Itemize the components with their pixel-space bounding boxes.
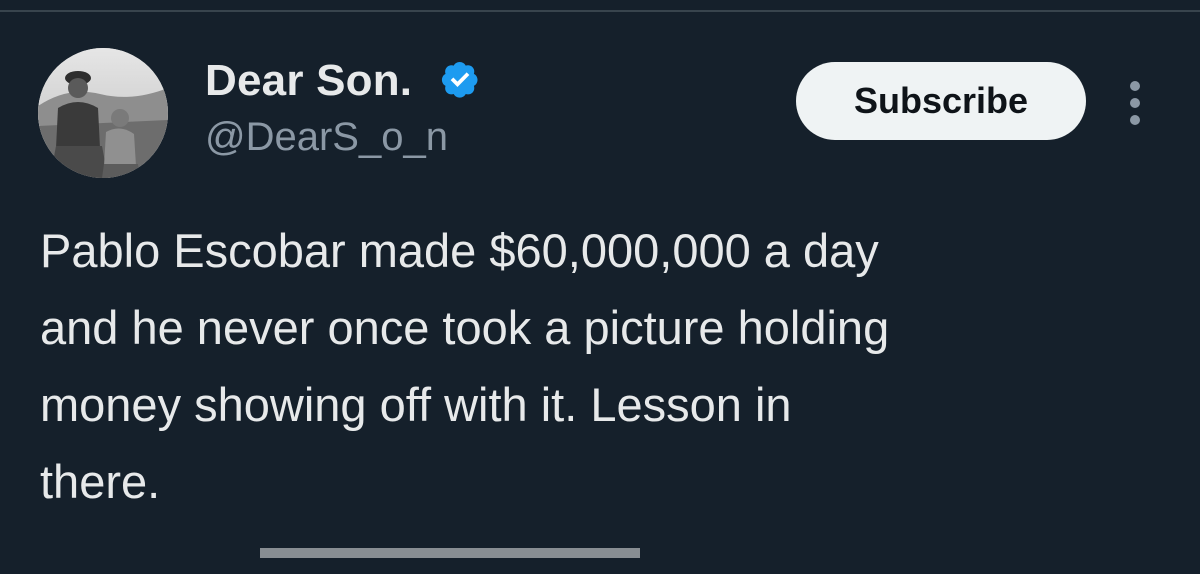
avatar[interactable] — [38, 48, 168, 178]
verified-badge-icon — [441, 62, 478, 98]
subscribe-button[interactable]: Subscribe — [796, 62, 1086, 140]
avatar-photo — [38, 48, 168, 178]
post-text-line: there. — [40, 455, 161, 508]
author-display-name[interactable]: Dear Son. — [205, 56, 412, 106]
post-text: Pablo Escobar made $60,000,000 a day and… — [40, 212, 1150, 520]
post-text-line: Pablo Escobar made $60,000,000 a day — [40, 224, 879, 277]
author-handle[interactable]: @DearS_o_n — [205, 115, 448, 160]
post-text-line: money showing off with it. Lesson in — [40, 378, 792, 431]
cropped-text-fragment — [260, 544, 760, 574]
more-vertical-icon — [1130, 81, 1140, 125]
more-options-button[interactable] — [1118, 78, 1152, 128]
top-divider — [0, 10, 1200, 12]
post-text-line: and he never once took a picture holding — [40, 301, 890, 354]
